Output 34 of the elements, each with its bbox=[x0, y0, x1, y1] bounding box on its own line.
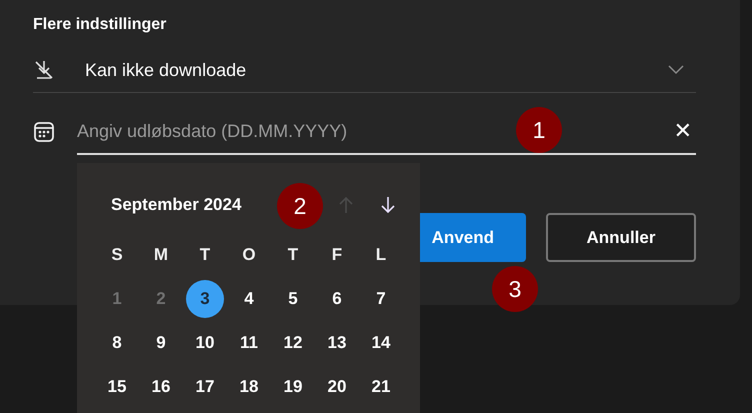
day-button[interactable]: 18 bbox=[230, 368, 268, 406]
section-title: Flere indstillinger bbox=[33, 16, 166, 34]
day-button[interactable]: 3 bbox=[186, 280, 224, 318]
clear-button[interactable]: ✕ bbox=[670, 118, 696, 144]
day-button[interactable]: 12 bbox=[274, 324, 312, 362]
day-button[interactable]: 5 bbox=[274, 280, 312, 318]
day-button[interactable]: 4 bbox=[230, 280, 268, 318]
cancel-button[interactable]: Annuller bbox=[546, 213, 696, 262]
day-button[interactable]: 8 bbox=[98, 324, 136, 362]
download-blocked-icon bbox=[33, 59, 55, 81]
calendar-icon bbox=[33, 121, 55, 143]
weekday-label: S bbox=[110, 244, 124, 266]
day-button[interactable]: 7 bbox=[362, 280, 400, 318]
day-button[interactable]: 15 bbox=[98, 368, 136, 406]
day-button[interactable]: 13 bbox=[318, 324, 356, 362]
day-button[interactable]: 20 bbox=[318, 368, 356, 406]
day-button[interactable]: 11 bbox=[230, 324, 268, 362]
weekday-label: O bbox=[241, 244, 257, 266]
day-button[interactable]: 17 bbox=[186, 368, 224, 406]
day-button[interactable]: 19 bbox=[274, 368, 312, 406]
select-value: Kan ikke downloade bbox=[85, 60, 248, 80]
month-title[interactable]: September 2024 bbox=[111, 195, 242, 215]
day-button[interactable]: 16 bbox=[142, 368, 180, 406]
weekday-label: M bbox=[152, 244, 170, 266]
day-button[interactable]: 9 bbox=[142, 324, 180, 362]
day-button[interactable]: 14 bbox=[362, 324, 400, 362]
day-button[interactable]: 10 bbox=[186, 324, 224, 362]
chevron-down-icon bbox=[668, 65, 684, 75]
weekday-label: T bbox=[286, 244, 300, 266]
day-button[interactable]: 6 bbox=[318, 280, 356, 318]
weekday-label: T bbox=[198, 244, 212, 266]
download-select[interactable]: Kan ikke downloade bbox=[33, 48, 696, 93]
weekday-label: F bbox=[330, 244, 344, 266]
day-button[interactable]: 21 bbox=[362, 368, 400, 406]
